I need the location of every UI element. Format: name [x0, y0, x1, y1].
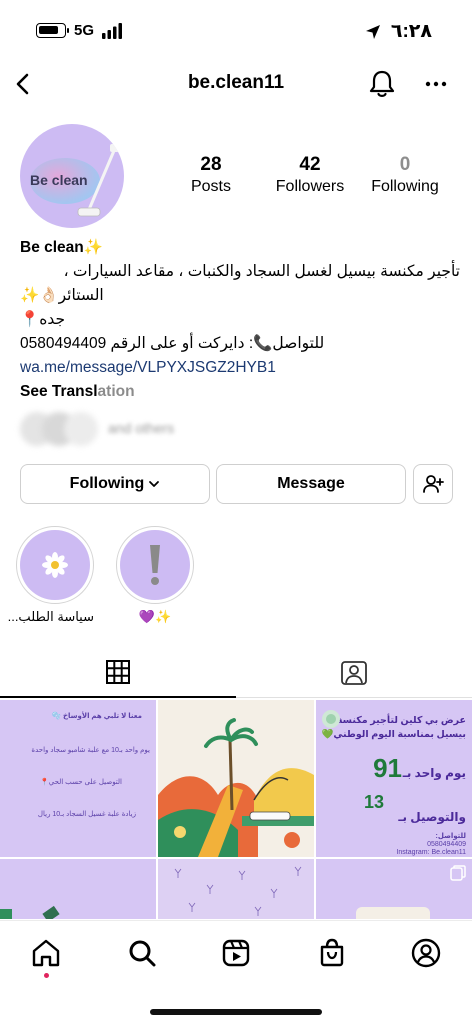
bio-curtains-text: الستائر👌🏻✨: [20, 287, 104, 304]
stat-followers[interactable]: 42 Followers: [264, 154, 356, 198]
story-highlight[interactable]: ✨💜: [116, 526, 194, 625]
post-thumbnail[interactable]: [0, 859, 156, 919]
grid-icon: [106, 660, 130, 684]
posts-label: Posts: [190, 178, 231, 195]
status-left: 5G: [36, 22, 123, 39]
tagged-person-icon: [341, 660, 367, 685]
profile-bio: Be clean✨ تأجير مكنسة بيسيل لغسل السجاد …: [20, 236, 460, 404]
reels-icon[interactable]: [220, 937, 252, 969]
profile-stats: 28 Posts 42 Followers 0 Following: [172, 154, 462, 200]
post-card: [356, 907, 430, 919]
post-thumbnail[interactable]: [316, 859, 472, 919]
post-text: بيسيل بمناسبة اليوم الوطني💚: [321, 729, 466, 740]
followed-by[interactable]: and others: [20, 408, 320, 448]
post-price: 13: [363, 792, 384, 812]
pattern-image: [158, 859, 314, 919]
profile-icon[interactable]: [410, 937, 442, 969]
highlight-cover: [20, 530, 90, 600]
highlight-ring: [16, 526, 94, 604]
highlight-label: ✨💜: [138, 609, 172, 624]
message-button-label: Message: [277, 475, 345, 492]
chevron-down-icon: [149, 481, 160, 487]
post-thumbnail[interactable]: [158, 700, 314, 857]
followed-by-avatars: [20, 408, 100, 448]
follower-avatar: [64, 412, 98, 446]
battery-icon: [36, 23, 69, 38]
see-translation-a: See Transl: [20, 383, 98, 400]
bottom-navigation: [0, 920, 472, 1024]
post-price: 91: [373, 753, 402, 783]
profile-avatar[interactable]: Be clean: [20, 124, 124, 228]
post-thumbnail[interactable]: عرض بي كلين لتأجير مكنسة بيسيل بمناسبة ا…: [316, 700, 472, 857]
vacuum-icon: [77, 144, 120, 217]
post-thumbnail[interactable]: معنا لا تلبي هم الأوساخ 🫧 يوم واحد بـ10 …: [0, 700, 156, 857]
signal-icon: [102, 22, 123, 39]
notification-dot: [44, 973, 49, 978]
post-text: التوصيل على حسب الحي📍: [40, 779, 122, 786]
daisy-icon: [42, 552, 68, 578]
followers-label: Followers: [275, 178, 345, 195]
stat-posts[interactable]: 28 Posts: [174, 154, 248, 198]
bio-line-contact: للتواصل📞: دايركت أو على الرقم 0580494409: [20, 332, 460, 356]
message-button[interactable]: Message: [216, 464, 406, 504]
following-button-label: Following: [69, 475, 145, 492]
highlight-ring: [116, 526, 194, 604]
profile-header: be.clean11: [0, 62, 472, 106]
add-user-icon: [423, 475, 444, 493]
profile-tabs: [0, 648, 472, 698]
post-text: يوم واحد بـ10 مع علبة شامبو سجاد واحدة: [31, 747, 150, 754]
vacuum-image: [0, 859, 156, 919]
home-icon[interactable]: [30, 937, 62, 969]
see-translation-b: ation: [97, 383, 135, 400]
highlight-label: سياسة الطلب...: [7, 609, 94, 624]
bio-line-services: تأجير مكنسة بيسيل لغسل السجاد والكنبات ،…: [63, 263, 460, 280]
followed-by-text: and others: [108, 420, 175, 436]
bio-name: Be clean✨: [20, 239, 104, 256]
highlight-cover: [120, 530, 190, 600]
tab-posts-grid[interactable]: [0, 648, 236, 698]
search-icon[interactable]: [126, 937, 158, 969]
posts-count: 28: [200, 154, 222, 175]
shop-icon[interactable]: [316, 937, 348, 969]
post-text: معنا لا تلبي هم الأوساخ 🫧: [52, 713, 142, 720]
network-label: 5G: [74, 22, 95, 39]
post-text: Instagram: Be.clean11: [396, 849, 466, 856]
bio-line-curtains: الستائر👌🏻✨: [20, 284, 460, 308]
following-button[interactable]: Following: [20, 464, 210, 504]
bio-link[interactable]: wa.me/message/VLPYXJSGZ2HYB1: [20, 356, 460, 380]
logo-icon: [322, 710, 340, 728]
battery-fill: [39, 26, 58, 34]
bio-contact-text: للتواصل📞: دايركت أو على الرقم 0580494409: [20, 335, 325, 352]
clock: ٦:٢٨: [390, 21, 432, 42]
following-label: Following: [371, 178, 439, 195]
add-user-button[interactable]: [413, 464, 453, 504]
stat-following[interactable]: 0 Following: [362, 154, 448, 198]
bio-line-location: جده📍: [20, 308, 460, 332]
location-arrow-icon: [365, 24, 380, 39]
following-count: 0: [399, 154, 411, 175]
status-right: ٦:٢٨: [365, 20, 432, 43]
bio-location-text: جده📍: [20, 311, 66, 328]
exclamation-icon: [150, 545, 160, 585]
illustration-image: [158, 700, 314, 857]
carousel-icon: [450, 865, 466, 881]
more-horizontal-icon[interactable]: [422, 70, 450, 98]
bell-icon[interactable]: [368, 69, 396, 99]
home-indicator: [150, 1009, 322, 1015]
tab-tagged[interactable]: [236, 648, 472, 698]
post-text: والتوصيل بـ: [398, 810, 466, 824]
see-translation[interactable]: See Translation: [20, 380, 460, 404]
followers-count: 42: [299, 154, 321, 175]
posts-grid: معنا لا تلبي هم الأوساخ 🫧 يوم واحد بـ10 …: [0, 700, 472, 919]
story-highlight[interactable]: سياسة الطلب...: [7, 526, 94, 625]
post-thumbnail[interactable]: [158, 859, 314, 919]
post-text: يوم واحد بـ: [402, 766, 466, 780]
post-text: زيادة علبة غسيل السجاد بـ10 ريال: [37, 811, 136, 818]
post-text: عرض بي كلين لتأجير مكنسة: [336, 715, 466, 726]
profile-username: be.clean11: [187, 72, 285, 93]
status-bar: 5G ٦:٢٨: [0, 0, 472, 60]
